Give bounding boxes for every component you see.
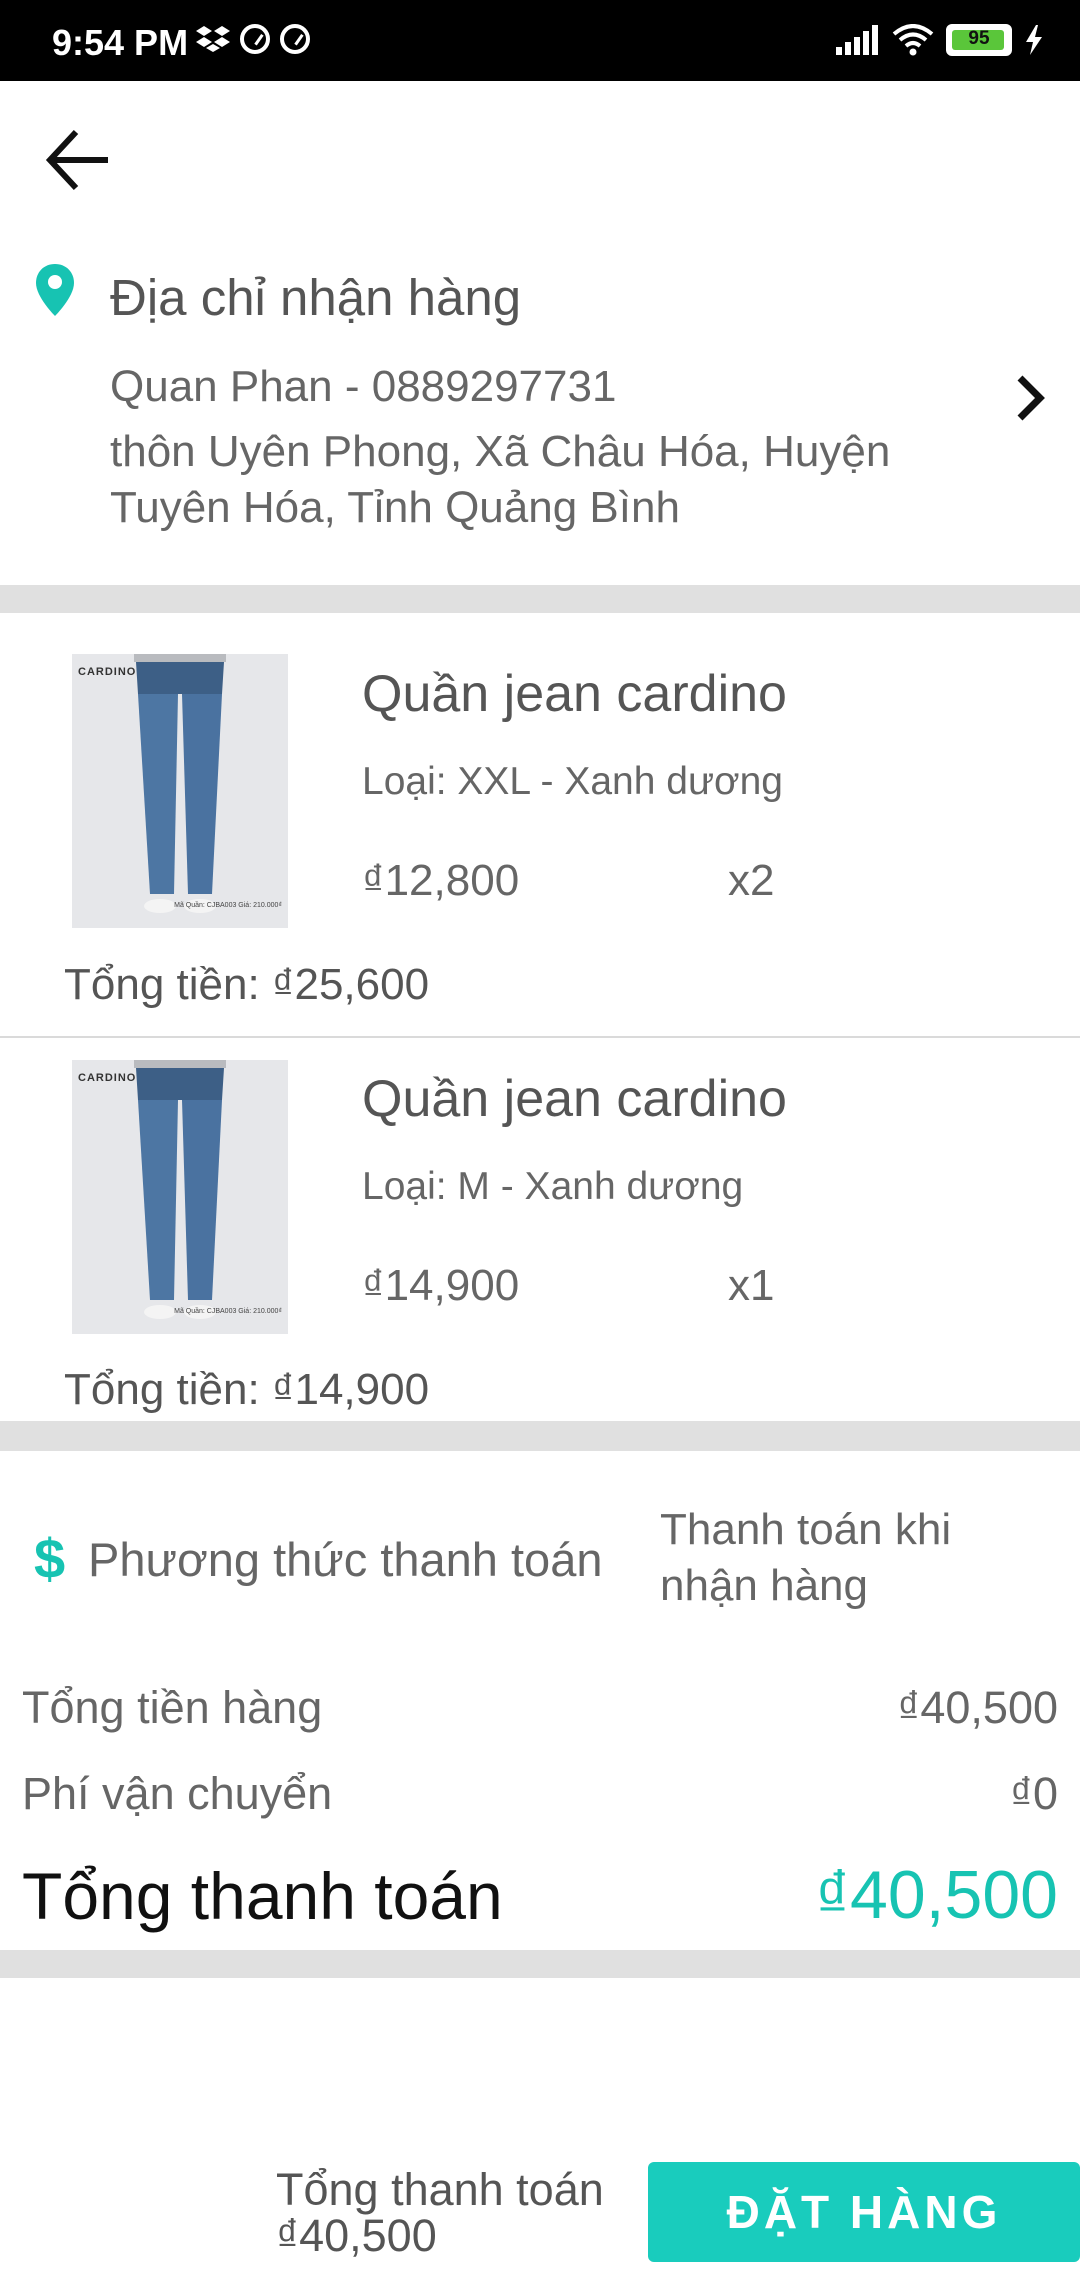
- status-notification-icons: [196, 24, 310, 54]
- charging-icon: [1026, 25, 1042, 55]
- arrow-left-icon: [45, 129, 108, 191]
- payment-method-value[interactable]: Thanh toán khi nhận hàng: [660, 1502, 1060, 1614]
- product-quantity: x2: [728, 856, 775, 905]
- address-line: thôn Uyên Phong, Xã Châu Hóa, Huyện Tuyê…: [110, 427, 891, 532]
- product-name: Quần jean cardino: [362, 1070, 787, 1128]
- status-bar: 9:54 PM 95: [0, 0, 1080, 81]
- address-title: Địa chỉ nhận hàng: [110, 269, 522, 326]
- product-variant: Loại: M - Xanh dương: [362, 1165, 744, 1208]
- product-image: CARDINO Mã Quần: CJBA003 Giá: 210.000₫: [72, 1060, 288, 1334]
- dollar-icon: $: [34, 1527, 66, 1590]
- sync-icon: [240, 24, 270, 54]
- goods-total-value: ₫40,500: [897, 1682, 1058, 1733]
- grand-total-value: ₫40,500: [815, 1857, 1058, 1933]
- payment-method-label: Phương thức thanh toán: [88, 1533, 603, 1586]
- back-button[interactable]: [36, 118, 120, 202]
- status-system-icons: 95: [836, 24, 1044, 56]
- shipping-fee-label: Phí vận chuyển: [22, 1768, 333, 1819]
- battery-level: 95: [968, 28, 990, 49]
- status-time: 9:54 PM: [52, 22, 189, 63]
- bottom-total-label: Tổng thanh toán: [276, 2164, 604, 2215]
- jeans-image-icon: [134, 654, 226, 913]
- product-quantity: x1: [728, 1261, 775, 1310]
- section-divider: [0, 585, 1080, 613]
- product-total: Tổng tiền: ₫25,600: [64, 960, 430, 1009]
- product-total: Tổng tiền: ₫14,900: [64, 1365, 430, 1414]
- address-name-phone: Quan Phan - 0889297731: [110, 362, 617, 411]
- product-image: CARDINO Mã Quần: CJBA003 Giá: 210.000₫: [72, 654, 288, 928]
- chevron-right-icon[interactable]: [1010, 372, 1050, 424]
- location-pin-icon: [36, 264, 74, 316]
- shipping-fee-value: ₫0: [1009, 1768, 1058, 1819]
- section-divider: [0, 1950, 1080, 1978]
- goods-total-label: Tổng tiền hàng: [22, 1682, 323, 1733]
- product-price: ₫14,900: [362, 1261, 520, 1310]
- product-divider: [0, 1036, 1080, 1038]
- section-divider: [0, 1421, 1080, 1451]
- place-order-button[interactable]: ĐẶT HÀNG: [648, 2162, 1080, 2262]
- jeans-image-icon: [134, 1060, 226, 1319]
- grand-total-label: Tổng thanh toán: [22, 1859, 503, 1933]
- product-variant: Loại: XXL - Xanh dương: [362, 760, 784, 803]
- wifi-icon: [892, 24, 934, 56]
- product-price: ₫12,800: [362, 856, 520, 905]
- battery-icon: 95: [946, 24, 1012, 56]
- product-name: Quần jean cardino: [362, 665, 787, 723]
- sync-icon: [280, 24, 310, 54]
- signal-icon: [836, 25, 878, 55]
- bottom-total-value: ₫40,500: [276, 2210, 437, 2261]
- dropbox-icon: [196, 26, 230, 52]
